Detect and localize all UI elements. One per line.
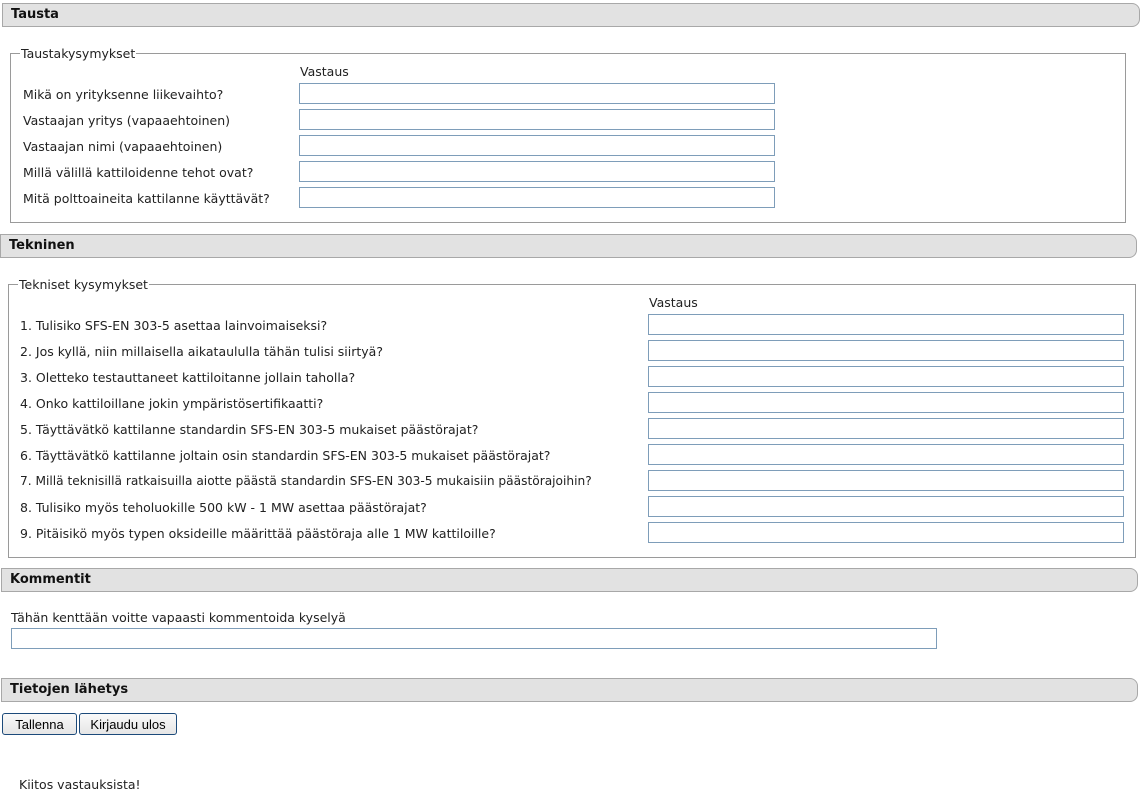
question-label: 1. Tulisiko SFS-EN 303-5 asettaa lainvoi…	[20, 318, 328, 333]
question-label: Millä välillä kattiloidenne tehot ovat?	[23, 165, 254, 180]
answer-input[interactable]	[648, 470, 1124, 491]
question-label: 9. Pitäisikö myös typen oksideille määri…	[20, 526, 496, 541]
answer-input[interactable]	[299, 161, 775, 182]
answer-input[interactable]	[299, 83, 775, 104]
answer-input[interactable]	[648, 418, 1124, 439]
question-label: Vastaajan yritys (vapaaehtoinen)	[23, 113, 231, 128]
answer-input[interactable]	[648, 340, 1124, 361]
answer-input[interactable]	[299, 187, 775, 208]
answer-input[interactable]	[648, 314, 1124, 335]
question-label: 2. Jos kyllä, niin millaisella aikataulu…	[20, 344, 383, 359]
section-header-tietojen-lahetys: Tietojen lähetys	[1, 678, 1138, 702]
question-label: 6. Täyttävätkö kattilanne joltain osin s…	[20, 448, 551, 463]
question-label: Mitä polttoaineita kattilanne käyttävät?	[23, 191, 270, 206]
question-label: Mikä on yrityksenne liikevaihto?	[23, 87, 224, 102]
answer-input[interactable]	[299, 135, 775, 156]
question-label: 7. Millä teknisillä ratkaisuilla aiotte …	[20, 474, 592, 488]
answer-input[interactable]	[299, 109, 775, 130]
answer-input[interactable]	[648, 444, 1124, 465]
answer-input[interactable]	[648, 392, 1124, 413]
fieldset-legend: Taustakysymykset	[21, 46, 136, 61]
section-header-kommentit: Kommentit	[1, 568, 1138, 592]
logout-button[interactable]: Kirjaudu ulos	[79, 713, 177, 735]
comment-input[interactable]	[11, 628, 937, 649]
question-label: Vastaajan nimi (vapaaehtoinen)	[23, 139, 223, 154]
answer-column-header: Vastaus	[649, 295, 698, 310]
answer-input[interactable]	[648, 366, 1124, 387]
answer-input[interactable]	[648, 522, 1124, 543]
thanks-message: Kiitos vastauksista!	[19, 777, 141, 792]
section-header-tekninen: Tekninen	[0, 234, 1137, 258]
question-label: 5. Täyttävätkö kattilanne standardin SFS…	[20, 422, 479, 437]
save-button[interactable]: Tallenna	[2, 713, 77, 735]
section-header-tausta: Tausta	[2, 3, 1140, 27]
question-label: 4. Onko kattiloillane jokin ympäristöser…	[20, 396, 324, 411]
question-label: 8. Tulisiko myös teholuokille 500 kW - 1…	[20, 500, 427, 515]
question-label: 3. Oletteko testauttaneet kattiloitanne …	[20, 370, 356, 385]
comment-label: Tähän kenttään voitte vapaasti kommentoi…	[11, 610, 346, 625]
fieldset-legend: Tekniset kysymykset	[19, 277, 148, 292]
answer-column-header: Vastaus	[300, 64, 349, 79]
answer-input[interactable]	[648, 496, 1124, 517]
